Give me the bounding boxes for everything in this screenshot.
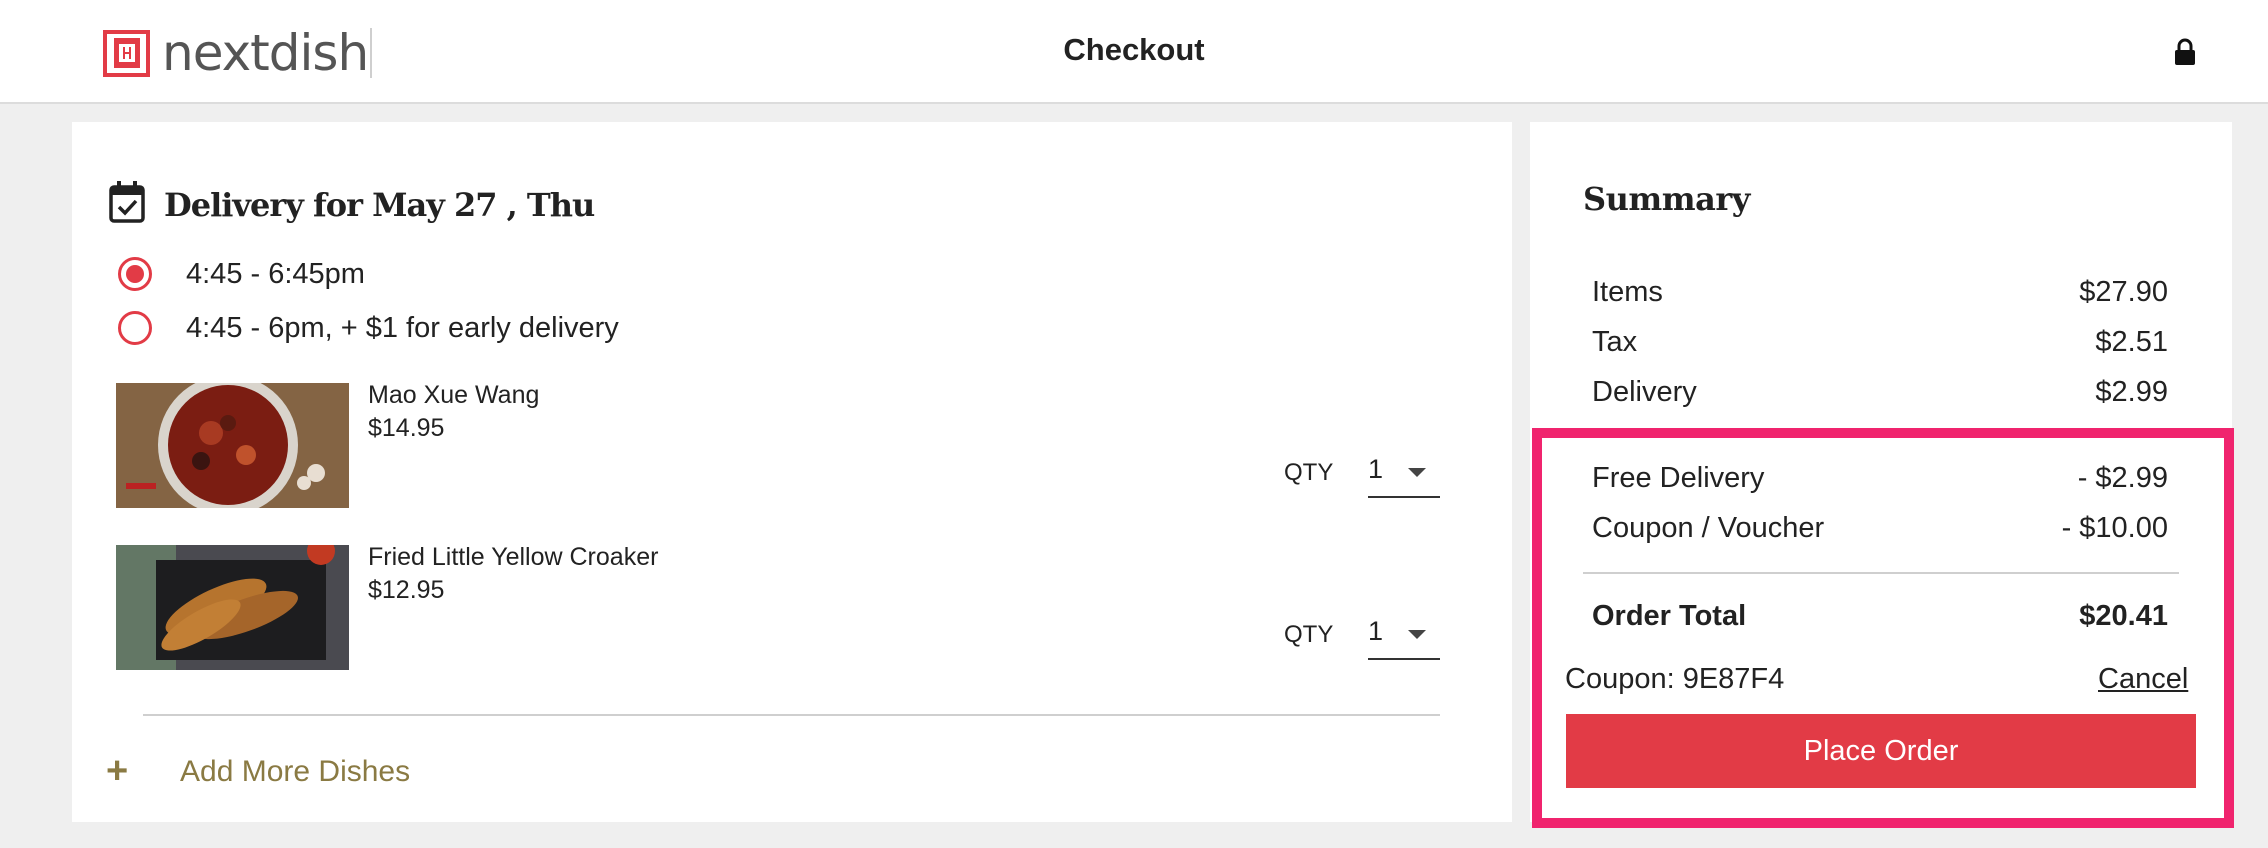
page-title: Checkout <box>1063 32 1205 67</box>
divider <box>143 714 1440 716</box>
slot-label: 4:45 - 6pm, + $1 for early delivery <box>186 311 619 344</box>
line-value: $2.99 <box>2095 376 2168 408</box>
dish-name: Mao Xue Wang <box>368 381 540 409</box>
highlight-box <box>1532 428 2234 828</box>
slot-label: 4:45 - 6:45pm <box>186 257 365 290</box>
caret-down-icon <box>1408 630 1426 639</box>
delivery-header: Delivery for May 27 , Thu <box>108 180 595 229</box>
qty-label: QTY <box>1284 459 1334 486</box>
quantity-value: 1 <box>1368 454 1384 484</box>
add-more-dishes-button[interactable]: + Add More Dishes <box>106 750 410 793</box>
dish-image[interactable] <box>116 383 349 508</box>
summary-title: Summary <box>1583 180 1750 218</box>
plus-icon: + <box>106 750 129 792</box>
dish-image[interactable] <box>116 545 349 670</box>
radio-unselected[interactable] <box>118 311 152 345</box>
summary-line: Tax $2.51 <box>1592 326 2168 359</box>
lock-icon <box>2174 38 2196 71</box>
line-label: Items <box>1592 276 1663 308</box>
dish-name: Fried Little Yellow Croaker <box>368 543 659 571</box>
line-label: Delivery <box>1592 376 1697 408</box>
line-value: $27.90 <box>2079 276 2168 308</box>
line-label: Tax <box>1592 326 1638 358</box>
delivery-title: Delivery for May 27 , Thu <box>164 185 595 224</box>
top-bar: nextdish Checkout <box>0 0 2268 104</box>
delivery-slot-option[interactable]: 4:45 - 6:45pm <box>118 257 365 291</box>
calendar-check-icon <box>108 180 146 229</box>
delivery-slot-option[interactable]: 4:45 - 6pm, + $1 for early delivery <box>118 311 619 345</box>
summary-line: Items $27.90 <box>1592 276 2168 309</box>
dish-price: $14.95 <box>368 414 445 442</box>
radio-selected[interactable] <box>118 257 152 291</box>
summary-line: Delivery $2.99 <box>1592 376 2168 409</box>
line-value: $2.51 <box>2095 326 2168 358</box>
dish-price: $12.95 <box>368 576 445 604</box>
quantity-select[interactable]: 1 <box>1368 616 1440 660</box>
quantity-select[interactable]: 1 <box>1368 454 1440 498</box>
quantity-value: 1 <box>1368 616 1384 646</box>
add-more-label: Add More Dishes <box>180 754 411 788</box>
qty-label: QTY <box>1284 621 1334 648</box>
caret-down-icon <box>1408 468 1426 477</box>
